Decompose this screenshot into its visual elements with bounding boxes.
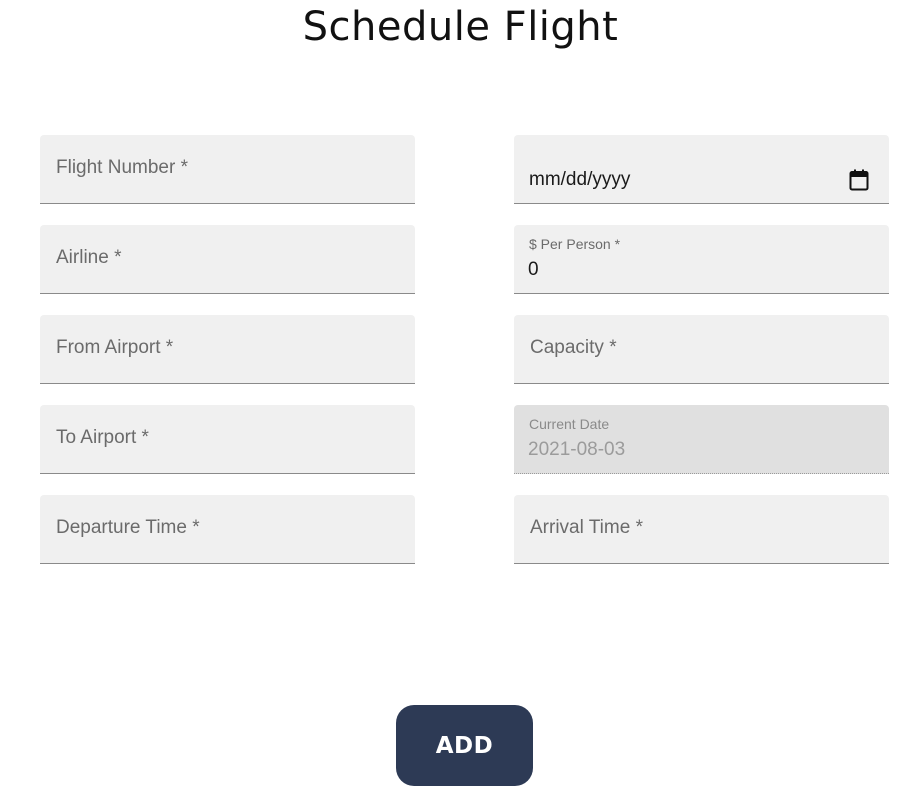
- arrival-time-field[interactable]: Arrival Time *: [514, 495, 889, 564]
- to-airport-placeholder: To Airport *: [56, 427, 149, 448]
- date-field[interactable]: mm/dd/yyyy: [514, 135, 889, 204]
- airline-field[interactable]: Airline *: [40, 225, 415, 294]
- date-placeholder: mm/dd/yyyy: [529, 169, 631, 190]
- arrival-time-placeholder: Arrival Time *: [530, 517, 643, 538]
- current-date-value: 2021-08-03: [528, 439, 626, 460]
- price-per-person-label: $ Per Person *: [529, 236, 621, 252]
- price-per-person-value: 0: [528, 259, 539, 280]
- capacity-field[interactable]: Capacity *: [514, 315, 889, 384]
- add-button[interactable]: ADD: [396, 705, 533, 786]
- calendar-icon[interactable]: [849, 169, 869, 191]
- from-airport-field[interactable]: From Airport *: [40, 315, 415, 384]
- departure-time-field[interactable]: Departure Time *: [40, 495, 415, 564]
- flight-number-placeholder: Flight Number *: [56, 157, 188, 178]
- flight-number-field[interactable]: Flight Number *: [40, 135, 415, 204]
- from-airport-placeholder: From Airport *: [56, 337, 174, 358]
- price-per-person-field[interactable]: $ Per Person * 0: [514, 225, 889, 294]
- departure-time-placeholder: Departure Time *: [56, 517, 200, 538]
- current-date-label: Current Date: [529, 416, 610, 432]
- current-date-field: Current Date 2021-08-03: [514, 405, 889, 474]
- airline-placeholder: Airline *: [56, 247, 122, 268]
- capacity-placeholder: Capacity *: [530, 337, 617, 358]
- page-title: Schedule Flight: [302, 4, 619, 50]
- to-airport-field[interactable]: To Airport *: [40, 405, 415, 474]
